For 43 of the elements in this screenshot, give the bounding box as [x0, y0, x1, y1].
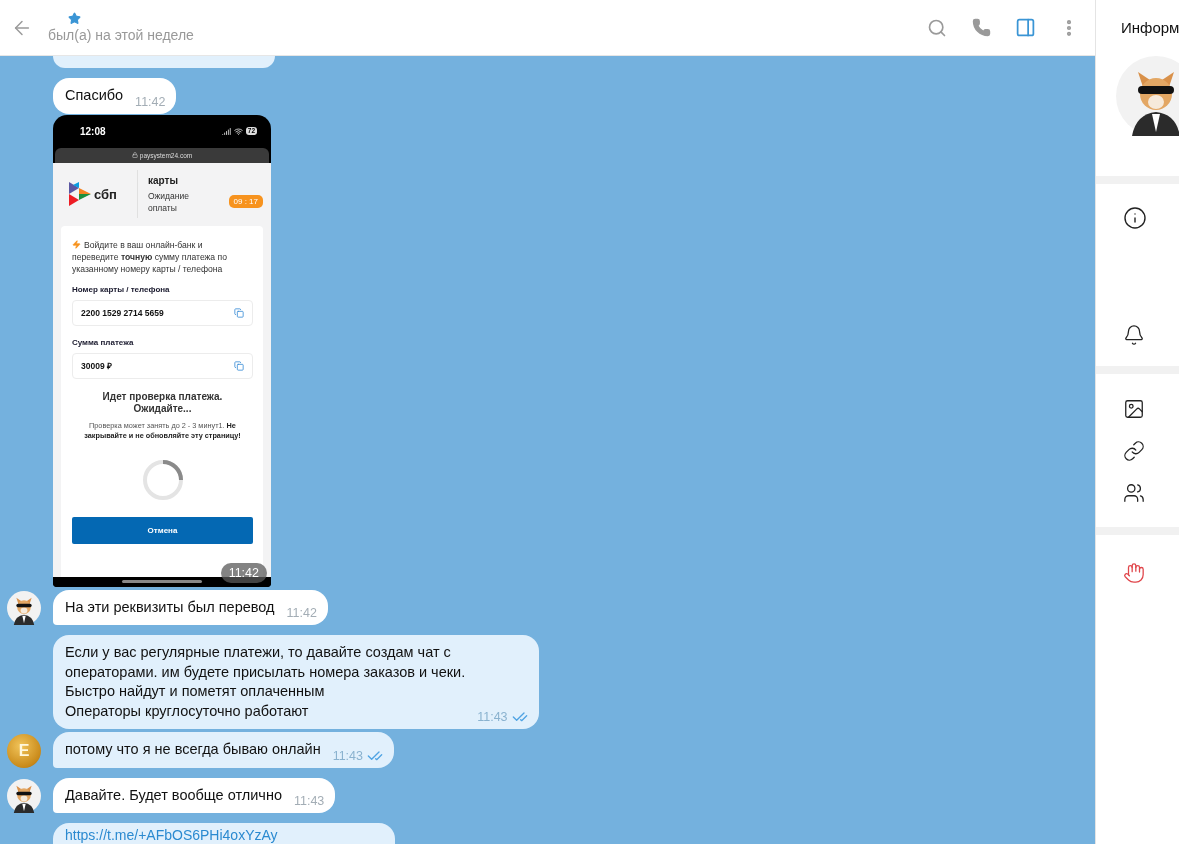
payment-status: Ожидание оплаты: [148, 189, 190, 214]
message-time: 11:42: [286, 605, 317, 621]
link-icon[interactable]: [1123, 440, 1145, 462]
copy-icon[interactable]: [234, 360, 244, 371]
copy-field[interactable]: 2200 1529 2714 5659: [72, 299, 253, 326]
phone-screenshot[interactable]: [53, 114, 271, 587]
logo-text: сбп: [94, 186, 117, 202]
info-icon[interactable]: [1123, 206, 1147, 230]
message-time: 11:43: [332, 747, 363, 764]
lock-icon: [131, 152, 138, 158]
payment-title: карты: [148, 174, 179, 186]
loading-spinner: [141, 458, 184, 501]
message-text: потому что я не всегда бываю онлайн: [65, 740, 321, 759]
last-seen-status: был(а) на этой неделе: [48, 27, 195, 43]
signal-icon: [221, 126, 231, 136]
hand-icon[interactable]: [1123, 562, 1145, 584]
dog-avatar: [7, 779, 41, 813]
message-time: 11:43: [293, 793, 325, 809]
field-label: Номер карты / телефона: [72, 284, 171, 294]
users-icon[interactable]: [1123, 482, 1145, 504]
panel-title: Информ: [1120, 18, 1179, 38]
message-text: Если у вас регулярные платежи, то давайте создам чат с операторами. им будете присылать номера заказов и чеки. Быстро найдут и пометят оплаченным Операторы круглосуточно работают: [65, 643, 466, 721]
check-title: Идет проверка платежа. Ожидайте...: [102, 390, 223, 415]
field-label: Сумма платежа: [72, 337, 135, 347]
message-text: Спасибо: [65, 86, 124, 105]
dog-avatar: [7, 591, 41, 625]
coin-avatar: E: [7, 733, 41, 768]
phone-clock: 12:08: [80, 125, 106, 137]
lightning-icon: [72, 239, 81, 249]
message-text: На эти реквизиты был перевод: [65, 597, 275, 617]
cancel-button[interactable]: Отмена: [72, 516, 253, 544]
star-icon: [68, 12, 81, 25]
message-time: 11:43: [477, 709, 508, 725]
wifi-icon: [233, 126, 243, 136]
instruction-text: Войдите в ваш онлайн-банк и переведите точную сумму платежа по указанному номеру карты / телефона: [72, 238, 228, 275]
sbp-logo-icon: [69, 182, 91, 206]
message-text: Давайте. Будет вообще отлично: [65, 785, 282, 805]
copy-field[interactable]: 30009 ₽: [72, 352, 253, 379]
bell-icon[interactable]: [1123, 324, 1145, 346]
message-time: 11:42: [135, 93, 166, 110]
image-icon[interactable]: [1123, 398, 1145, 420]
countdown-timer: 09 : 17: [228, 195, 263, 208]
copy-icon[interactable]: [234, 307, 244, 318]
